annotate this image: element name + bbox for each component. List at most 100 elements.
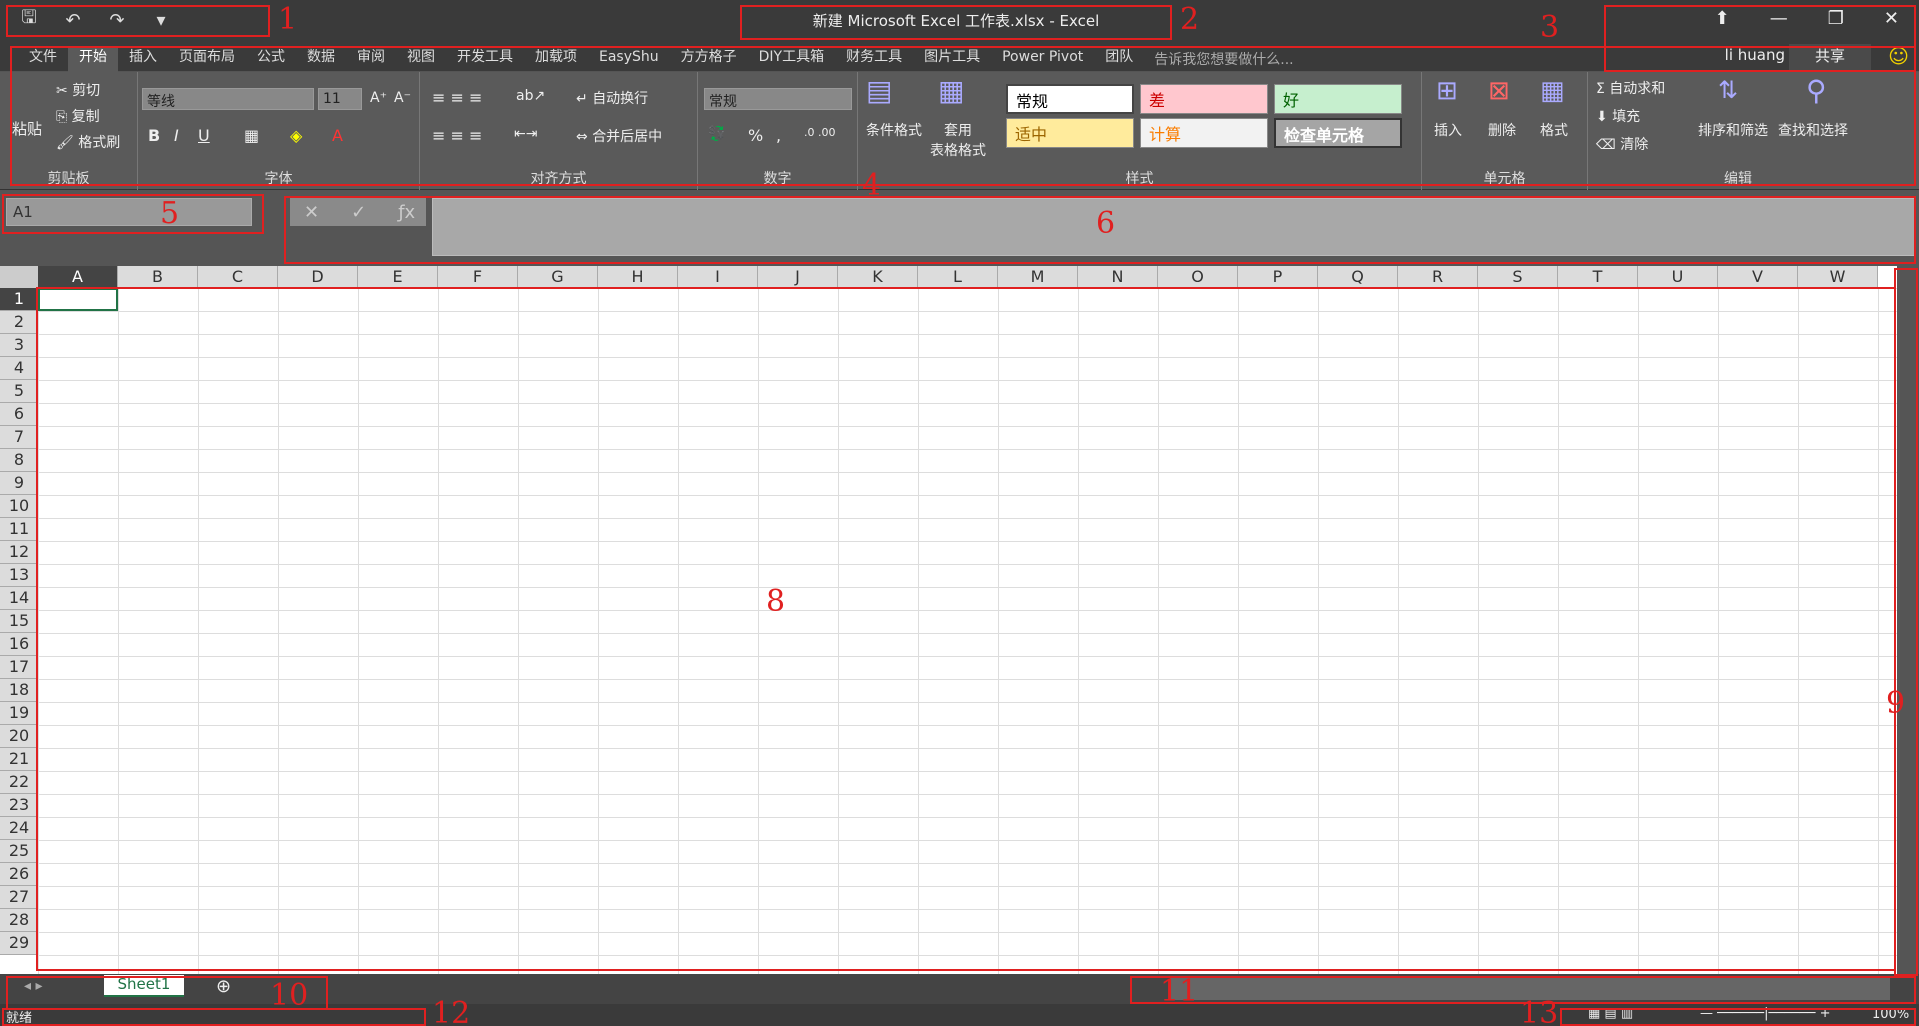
column-header[interactable]: P xyxy=(1238,266,1318,288)
row-header[interactable]: 19 xyxy=(0,702,38,725)
sheet-nav-icon[interactable]: ◂ ▸ xyxy=(24,978,43,994)
column-header[interactable]: L xyxy=(918,266,998,288)
function-icon[interactable]: ƒx xyxy=(398,202,415,223)
grow-font-icon[interactable]: A⁺ xyxy=(370,90,387,106)
row-header[interactable]: 16 xyxy=(0,633,38,656)
style-bad[interactable]: 差 xyxy=(1140,84,1268,114)
font-size-select[interactable]: 11 xyxy=(318,88,362,110)
active-cell[interactable] xyxy=(38,288,118,311)
tab-14[interactable]: 图片工具 xyxy=(913,46,991,72)
column-header[interactable]: F xyxy=(438,266,518,288)
currency-icon[interactable]: 💱 xyxy=(708,126,725,142)
row-header[interactable]: 20 xyxy=(0,725,38,748)
table-format-button[interactable]: 套用 表格格式 xyxy=(930,120,986,160)
row-header[interactable]: 3 xyxy=(0,334,38,357)
column-header[interactable]: H xyxy=(598,266,678,288)
indent-icon[interactable]: ⇤⇥ xyxy=(514,126,537,142)
row-header[interactable]: 5 xyxy=(0,380,38,403)
format-painter-button[interactable]: 🖌 格式刷 xyxy=(56,132,120,152)
merge-center-button[interactable]: ⇔ 合并后居中 xyxy=(576,126,662,146)
enter-icon[interactable]: ✓ xyxy=(351,202,366,223)
user-name[interactable]: li huang xyxy=(1725,46,1785,64)
tab-11[interactable]: 方方格子 xyxy=(670,46,748,72)
tab-6[interactable]: 审阅 xyxy=(346,46,396,72)
conditional-format-icon[interactable]: ▤ xyxy=(866,74,892,107)
fill-color-icon[interactable]: ◈ xyxy=(290,126,302,145)
column-header[interactable]: W xyxy=(1798,266,1878,288)
bold-icon[interactable]: B xyxy=(148,126,160,145)
minimize-icon[interactable]: — xyxy=(1770,8,1788,29)
italic-icon[interactable]: I xyxy=(174,126,179,145)
row-header[interactable]: 26 xyxy=(0,863,38,886)
tab-15[interactable]: Power Pivot xyxy=(991,46,1094,72)
row-header[interactable]: 28 xyxy=(0,909,38,932)
zoom-slider[interactable]: — ──────|────── + xyxy=(1700,1006,1830,1021)
style-neutral[interactable]: 适中 xyxy=(1006,118,1134,148)
column-header[interactable]: K xyxy=(838,266,918,288)
row-header[interactable]: 1 xyxy=(0,288,38,311)
vertical-scrollbar[interactable] xyxy=(1897,266,1919,974)
tab-4[interactable]: 公式 xyxy=(246,46,296,72)
sort-filter-icon[interactable]: ⇅ xyxy=(1718,76,1738,104)
column-header[interactable]: I xyxy=(678,266,758,288)
row-header[interactable]: 29 xyxy=(0,932,38,955)
row-header[interactable]: 14 xyxy=(0,587,38,610)
formula-input[interactable] xyxy=(432,198,1916,256)
column-header[interactable]: R xyxy=(1398,266,1478,288)
feedback-smile-icon[interactable]: ☺ xyxy=(1888,44,1909,68)
tab-3[interactable]: 页面布局 xyxy=(168,46,246,72)
row-header[interactable]: 8 xyxy=(0,449,38,472)
row-header[interactable]: 24 xyxy=(0,817,38,840)
row-header[interactable]: 27 xyxy=(0,886,38,909)
sort-filter-button[interactable]: 排序和筛选 xyxy=(1698,120,1768,140)
row-header[interactable]: 7 xyxy=(0,426,38,449)
tell-me-search[interactable]: 告诉我您想要做什么... xyxy=(1154,49,1293,69)
wrap-text-button[interactable]: ↵ 自动换行 xyxy=(576,88,648,108)
find-select-button[interactable]: 查找和选择 xyxy=(1778,120,1848,140)
column-header[interactable]: D xyxy=(278,266,358,288)
save-icon[interactable]: 🖫 xyxy=(14,7,44,32)
column-header[interactable]: E xyxy=(358,266,438,288)
find-icon[interactable]: ⚲ xyxy=(1806,74,1827,107)
undo-icon[interactable]: ↶ xyxy=(58,8,88,32)
row-header[interactable]: 23 xyxy=(0,794,38,817)
style-check-cell[interactable]: 检查单元格 xyxy=(1274,118,1402,148)
row-header[interactable]: 10 xyxy=(0,495,38,518)
row-header[interactable]: 18 xyxy=(0,679,38,702)
conditional-format-button[interactable]: 条件格式 xyxy=(866,120,922,140)
border-icon[interactable]: ▦ xyxy=(244,126,259,145)
redo-icon[interactable]: ↷ xyxy=(102,8,132,32)
customize-qat-icon[interactable]: ▾ xyxy=(146,8,176,32)
row-header[interactable]: 21 xyxy=(0,748,38,771)
horizontal-scrollbar[interactable] xyxy=(1170,978,1890,1000)
paste-button[interactable]: 粘贴 xyxy=(12,118,42,139)
tab-2[interactable]: 插入 xyxy=(118,46,168,72)
column-header[interactable]: U xyxy=(1638,266,1718,288)
tab-1[interactable]: 开始 xyxy=(68,46,118,72)
name-box[interactable]: A1 xyxy=(6,198,252,226)
copy-button[interactable]: ⎘ 复制 xyxy=(56,106,100,126)
row-header[interactable]: 9 xyxy=(0,472,38,495)
tab-0[interactable]: 文件 xyxy=(18,46,68,72)
font-color-icon[interactable]: A xyxy=(332,126,343,145)
column-header[interactable]: N xyxy=(1078,266,1158,288)
clear-button[interactable]: ⌫ 清除 xyxy=(1596,134,1648,154)
cell-area[interactable] xyxy=(38,288,1897,974)
style-normal[interactable]: 常规 xyxy=(1006,84,1134,114)
row-header[interactable]: 12 xyxy=(0,541,38,564)
delete-cells-button[interactable]: 删除 xyxy=(1488,120,1516,140)
insert-cells-icon[interactable]: ⊞ xyxy=(1436,76,1458,106)
row-header[interactable]: 11 xyxy=(0,518,38,541)
sheet-tab[interactable]: Sheet1 xyxy=(104,975,184,997)
close-icon[interactable]: ✕ xyxy=(1884,8,1899,29)
tab-7[interactable]: 视图 xyxy=(396,46,446,72)
ribbon-display-icon[interactable]: ⬆ xyxy=(1715,8,1730,29)
add-sheet-icon[interactable]: ⊕ xyxy=(216,976,231,997)
font-name-select[interactable]: 等线 xyxy=(142,88,314,110)
table-format-icon[interactable]: ▦ xyxy=(938,74,964,107)
tab-16[interactable]: 团队 xyxy=(1094,46,1144,72)
cancel-icon[interactable]: ✕ xyxy=(304,202,319,223)
percent-icon[interactable]: % xyxy=(748,126,763,145)
tab-8[interactable]: 开发工具 xyxy=(446,46,524,72)
select-all-button[interactable] xyxy=(0,266,38,288)
